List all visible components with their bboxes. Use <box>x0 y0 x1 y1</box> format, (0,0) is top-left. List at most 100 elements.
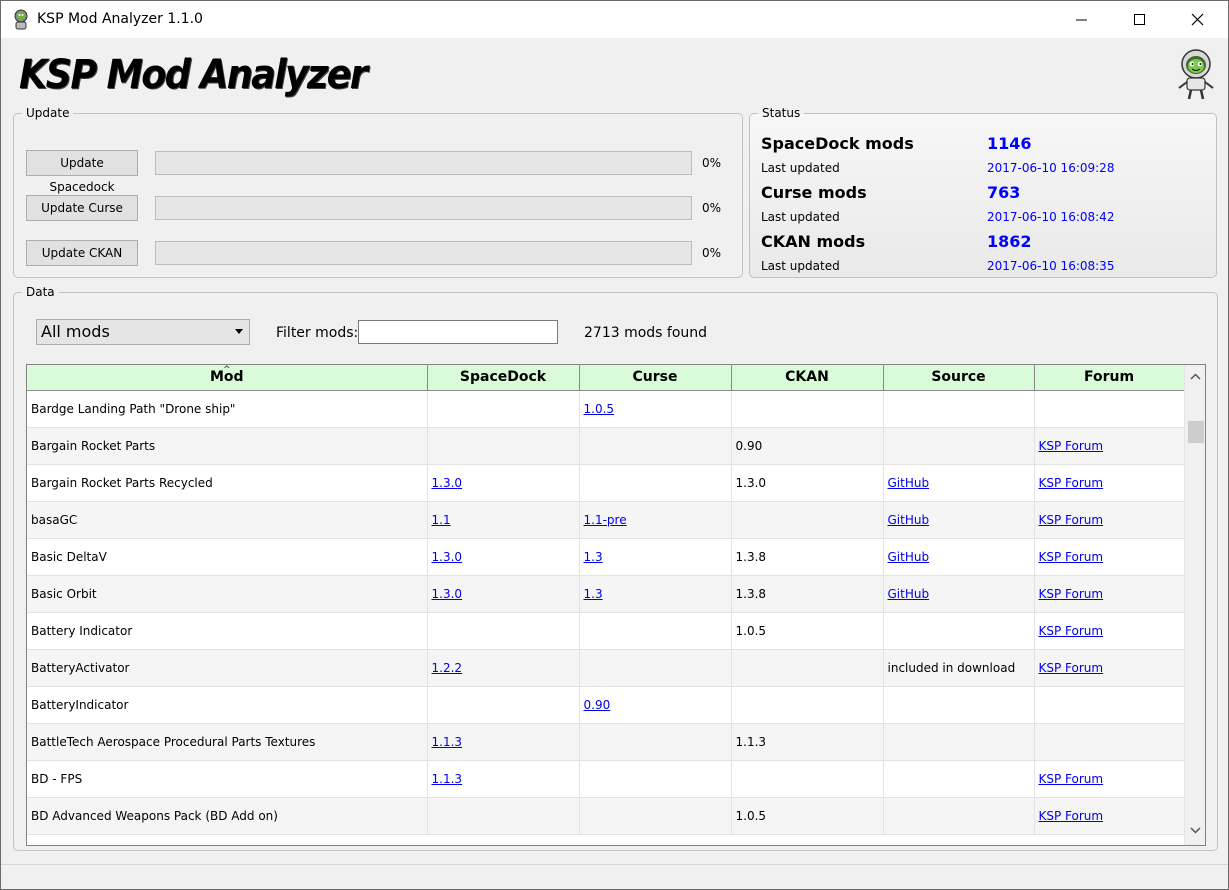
table-vertical-scrollbar[interactable] <box>1184 365 1205 845</box>
scrollbar-thumb[interactable] <box>1188 421 1204 443</box>
data-legend: Data <box>26 285 55 299</box>
forum-link[interactable]: KSP Forum <box>1039 661 1104 675</box>
forum-link[interactable]: KSP Forum <box>1039 550 1104 564</box>
status-legend: Status <box>762 106 801 120</box>
forum-link[interactable]: KSP Forum <box>1039 513 1104 527</box>
table-row[interactable]: BD Advanced Weapons Pack (BD Add on) 1.0.… <box>27 797 1185 835</box>
cell-spacedock: 1.1.3 <box>427 760 580 798</box>
maximize-button[interactable] <box>1111 1 1169 39</box>
minimize-button[interactable] <box>1053 1 1111 39</box>
source-link[interactable]: GitHub <box>888 513 930 527</box>
filter-mods-input[interactable] <box>358 320 558 344</box>
cell-mod: basaGC <box>27 501 428 539</box>
forum-link[interactable]: KSP Forum <box>1039 772 1104 786</box>
curse-link[interactable]: 1.3 <box>584 587 603 601</box>
spacedock-link[interactable]: 1.2.2 <box>432 661 463 675</box>
cell-forum: KSP Forum <box>1034 464 1185 502</box>
scroll-up-icon[interactable] <box>1190 373 1201 380</box>
column-header-curse[interactable]: Curse <box>578 365 732 391</box>
curse-link[interactable]: 1.1-pre <box>584 513 627 527</box>
table-row[interactable]: Bargain Rocket Parts Recycled 1.3.0 1.3.0 G… <box>27 464 1185 502</box>
table-row[interactable]: BD - FPS 1.1.3 KSP Forum <box>27 760 1185 798</box>
cell-forum: KSP Forum <box>1034 760 1185 798</box>
source-link[interactable]: GitHub <box>888 587 930 601</box>
spacedock-link[interactable]: 1.1 <box>432 513 451 527</box>
cell-ckan <box>731 501 884 539</box>
mods-table[interactable]: ^ Mod SpaceDock Curse CKAN Source Forum B… <box>26 364 1206 846</box>
table-header-row: ^ Mod SpaceDock Curse CKAN Source Forum <box>27 365 1185 391</box>
spacedock-link[interactable]: 1.3.0 <box>432 476 463 490</box>
cell-source <box>883 612 1035 650</box>
forum-link[interactable]: KSP Forum <box>1039 809 1104 823</box>
kerbal-app-icon <box>14 9 28 30</box>
cell-spacedock <box>427 427 580 465</box>
curse-last-updated-label: Last updated <box>761 210 840 224</box>
table-row[interactable]: Basic DeltaV 1.3.0 1.3 1.3.8 GitHub KSP Forum <box>27 538 1185 576</box>
column-header-mod[interactable]: ^ Mod <box>27 365 428 391</box>
spacedock-link[interactable]: 1.3.0 <box>432 587 463 601</box>
cell-mod: Basic Orbit <box>27 575 428 613</box>
cell-source <box>883 760 1035 798</box>
source-link[interactable]: GitHub <box>888 476 930 490</box>
close-icon <box>1191 13 1204 26</box>
table-row[interactable]: Bardge Landing Path "Drone ship" 1.0.5 <box>27 390 1185 428</box>
main-window: KSP Mod Analyzer Update Update Spacedock… <box>0 38 1229 890</box>
forum-link[interactable]: KSP Forum <box>1039 624 1104 638</box>
curse-progress-bar <box>155 196 692 220</box>
column-header-ckan[interactable]: CKAN <box>730 365 884 391</box>
forum-link[interactable]: KSP Forum <box>1039 587 1104 601</box>
table-row[interactable]: Bargain Rocket Parts 0.90 KSP Forum <box>27 427 1185 465</box>
cell-curse <box>579 427 732 465</box>
spacedock-link[interactable]: 1.3.0 <box>432 550 463 564</box>
cell-curse: 1.0.5 <box>579 390 732 428</box>
ckan-progress-bar <box>155 241 692 265</box>
cell-ckan <box>731 760 884 798</box>
cell-mod: Bargain Rocket Parts <box>27 427 428 465</box>
forum-link[interactable]: KSP Forum <box>1039 439 1104 453</box>
update-ckan-button[interactable]: Update CKAN <box>26 240 138 266</box>
cell-curse: 1.3 <box>579 575 732 613</box>
table-row[interactable]: BatteryIndicator 0.90 <box>27 686 1185 724</box>
sort-ascending-icon: ^ <box>223 365 231 375</box>
column-header-spacedock[interactable]: SpaceDock <box>426 365 580 391</box>
cell-forum: KSP Forum <box>1034 612 1185 650</box>
cell-source: GitHub <box>883 464 1035 502</box>
cell-ckan <box>731 686 884 724</box>
scroll-down-icon[interactable] <box>1190 827 1201 834</box>
ckan-progress-percent: 0% <box>702 246 722 260</box>
table-row[interactable]: BatteryActivator 1.2.2 included in downloa… <box>27 649 1185 687</box>
ckan-last-updated-label: Last updated <box>761 259 840 273</box>
table-row[interactable]: Battery Indicator 1.0.5 KSP Forum <box>27 612 1185 650</box>
cell-source: GitHub <box>883 575 1035 613</box>
source-link[interactable]: GitHub <box>888 550 930 564</box>
spacedock-link[interactable]: 1.1.3 <box>432 735 463 749</box>
update-spacedock-button[interactable]: Update Spacedock <box>26 150 138 194</box>
curse-link[interactable]: 0.90 <box>584 698 611 712</box>
cell-forum: KSP Forum <box>1034 649 1185 687</box>
mods-found-count: 2713 mods found <box>584 325 708 341</box>
curse-link[interactable]: 1.3 <box>584 550 603 564</box>
close-button[interactable] <box>1169 1 1227 39</box>
filter-mods-label: Filter mods: <box>276 325 359 341</box>
cell-ckan <box>731 649 884 687</box>
cell-source: included in download <box>883 649 1035 687</box>
update-curse-button[interactable]: Update Curse <box>26 195 138 221</box>
cell-spacedock: 1.3.0 <box>427 464 580 502</box>
update-group: Update Update Spacedock 0% Update Curse … <box>13 106 743 278</box>
forum-link[interactable]: KSP Forum <box>1039 476 1104 490</box>
column-header-source[interactable]: Source <box>882 365 1035 391</box>
table-row[interactable]: basaGC 1.1 1.1-pre GitHub KSP Forum <box>27 501 1185 539</box>
cell-spacedock: 1.3.0 <box>427 538 580 576</box>
table-row[interactable]: BattleTech Aerospace Procedural Parts Te… <box>27 723 1185 761</box>
column-header-forum[interactable]: Forum <box>1033 365 1185 391</box>
cell-spacedock: 1.3.0 <box>427 575 580 613</box>
table-row[interactable]: Basic Orbit 1.3.0 1.3 1.3.8 GitHub KSP Forum <box>27 575 1185 613</box>
curse-link[interactable]: 1.0.5 <box>584 402 615 416</box>
cell-source <box>883 427 1035 465</box>
title-bar: KSP Mod Analyzer 1.1.0 <box>0 0 1229 38</box>
spacedock-progress-percent: 0% <box>702 156 722 170</box>
mod-filter-dropdown[interactable]: All mods <box>36 319 250 345</box>
cell-source <box>883 797 1035 835</box>
spacedock-link[interactable]: 1.1.3 <box>432 772 463 786</box>
cell-mod: BD Advanced Weapons Pack (BD Add on) <box>27 797 428 835</box>
